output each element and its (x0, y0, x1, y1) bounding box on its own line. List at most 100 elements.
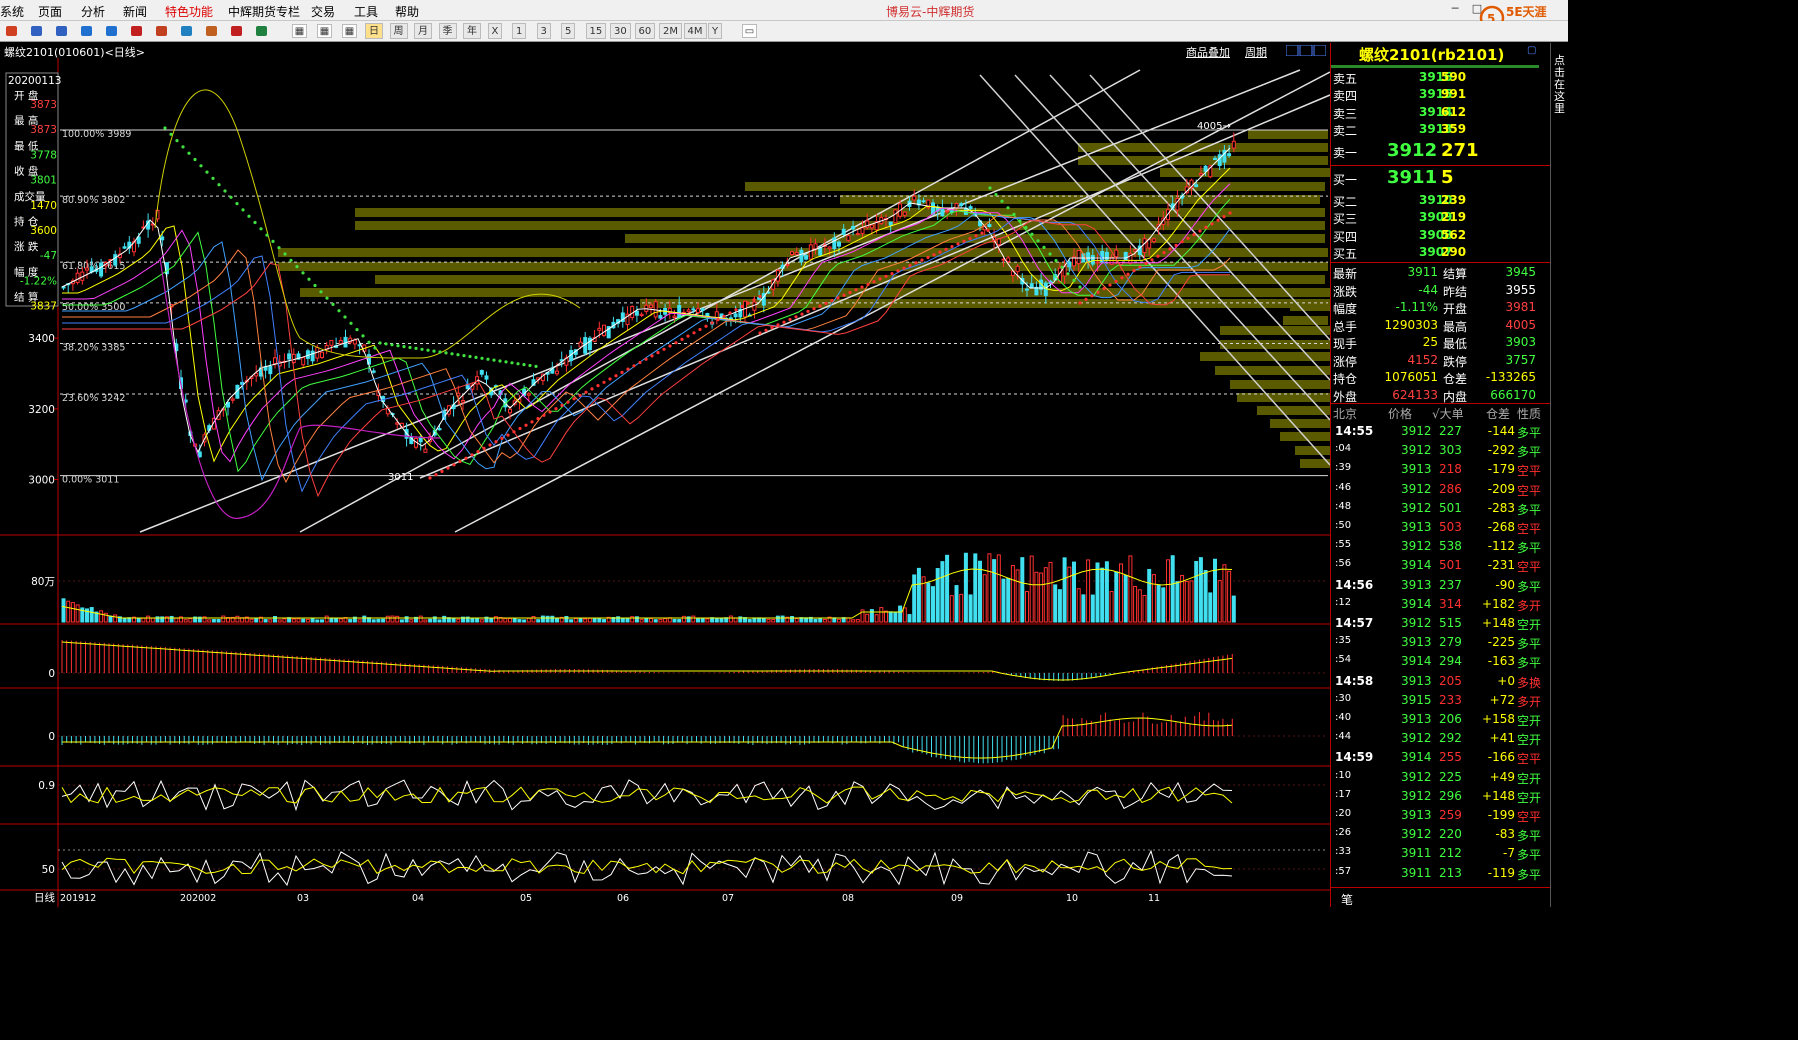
fib-level-label: 100.00% 3989 (62, 129, 131, 140)
volume-bar (146, 615, 151, 623)
sar-dot (710, 321, 714, 325)
tick-price: 3912 (1401, 424, 1432, 438)
volume-bar (136, 617, 141, 623)
menu-item[interactable]: 中辉期货专栏 (228, 3, 300, 20)
sar-dot (866, 282, 870, 286)
volume-bar (592, 617, 597, 623)
period-button-item[interactable]: 5 (561, 23, 576, 39)
tick-time: :56 (1335, 558, 1352, 570)
sar-dot (1060, 265, 1064, 269)
short-panel-axis-label: 0 (48, 731, 55, 743)
tick-nature: 空开 (1517, 714, 1542, 728)
period-button-item[interactable]: 60 (634, 23, 656, 39)
tick-time: :26 (1335, 827, 1352, 839)
period-button-item[interactable]: 年 (463, 23, 481, 39)
zoom-in-icon[interactable] (79, 24, 94, 38)
volume-profile-bar (1078, 143, 1328, 152)
forward-icon[interactable] (54, 24, 69, 38)
line-icon[interactable] (179, 24, 194, 38)
tick-time: 14:57 (1335, 616, 1374, 630)
pen-icon[interactable] (154, 24, 169, 38)
menu-item[interactable]: 页面 (38, 3, 62, 20)
menu-item[interactable]: 分析 (81, 3, 105, 20)
sar-dot (794, 315, 798, 319)
sar-dot (428, 476, 432, 480)
sar-dot (492, 358, 496, 362)
window-icon[interactable]: ▭ (742, 24, 757, 38)
volume-bar (1029, 555, 1034, 623)
brush-icon[interactable] (229, 24, 244, 38)
sar-dot (277, 246, 281, 250)
line-chart-icon[interactable]: ▦ (342, 24, 357, 38)
ask-level-label: 卖二 (1333, 124, 1358, 138)
volume-bar (583, 618, 588, 623)
tick-nature: 多平 (1517, 848, 1542, 863)
period-button-item[interactable]: 4M (683, 23, 707, 39)
volume-bar (1217, 580, 1222, 623)
sar-dot (1174, 243, 1178, 247)
period-button-item[interactable]: 30 (610, 23, 631, 39)
period-button-item[interactable]: 周 (389, 23, 408, 39)
sar-dot (283, 252, 287, 256)
volume-bar (169, 615, 174, 623)
volume-bar (1161, 587, 1166, 623)
period-button-item[interactable]: 日 (365, 23, 383, 39)
x-axis-tick-label: 05 (520, 893, 532, 904)
sar-dot (1054, 259, 1058, 263)
sar-dot (530, 420, 534, 424)
tick-nature: 空平 (1517, 752, 1542, 767)
tick-price: 3914 (1401, 750, 1432, 765)
period-button-item[interactable]: 1 (512, 23, 527, 39)
zoom-controls[interactable] (1285, 44, 1327, 57)
period-button-item[interactable]: 3 (536, 23, 551, 39)
bid-level-label: 买四 (1333, 230, 1358, 244)
menu-item[interactable]: 工具 (354, 3, 378, 20)
menu-item[interactable]: 新闻 (123, 3, 147, 20)
tick-volume: 515 (1439, 616, 1462, 630)
fill-icon[interactable] (204, 24, 219, 38)
back-icon[interactable] (29, 24, 44, 38)
minimize-icon[interactable]: ─ (1444, 2, 1466, 18)
menu-item[interactable]: 帮助 (395, 3, 419, 20)
sar-dot (994, 193, 998, 197)
period-button-item[interactable]: 月 (414, 23, 432, 39)
menu-item[interactable]: 交易 (311, 3, 335, 20)
sar-dot (506, 433, 510, 437)
settings-icon[interactable] (254, 24, 269, 38)
zoom-out-icon[interactable] (104, 24, 119, 38)
panel-toggle-icon[interactable]: ▢ (1527, 45, 1536, 56)
chart-area[interactable]: KMA5:3791MA13:3766MA21:3745MA34:3705MA55… (0, 58, 1330, 907)
menu-item[interactable]: 特色功能 (165, 3, 213, 20)
volume-bar (1114, 571, 1119, 623)
sar-dot (1072, 278, 1076, 282)
volume-bar (517, 619, 522, 623)
home-icon[interactable] (4, 24, 19, 38)
sar-dot (476, 450, 480, 454)
period-button-item[interactable]: X (487, 23, 503, 39)
period-button-item[interactable]: 季 (438, 23, 457, 39)
volume-bar (141, 617, 146, 623)
period-button-item[interactable]: Y (708, 23, 723, 39)
draw-icon[interactable] (129, 24, 144, 38)
volume-bar (625, 617, 630, 623)
volume-bar (1072, 561, 1076, 623)
side-tab[interactable]: 点击在这里 (1550, 43, 1568, 907)
menu-item[interactable]: 系统 (0, 3, 24, 20)
volume-bar (536, 619, 541, 623)
candle-body (949, 210, 954, 213)
chart-icon[interactable]: ▦ (317, 24, 332, 38)
table-icon[interactable]: ▦ (292, 24, 307, 38)
tick-price: 3912 (1401, 539, 1432, 554)
sar-dot (584, 390, 588, 394)
candle-body (959, 203, 964, 207)
period-button-item[interactable]: 15 (585, 23, 607, 39)
sar-dot (524, 423, 528, 427)
period-button-item[interactable]: 2M (659, 23, 682, 39)
candle-body (893, 209, 898, 224)
sar-dot (271, 239, 275, 243)
sar-dot (1096, 290, 1100, 294)
x-axis-tick-label: 06 (617, 893, 629, 904)
volume-bar (479, 619, 484, 623)
volume-bar (371, 619, 376, 623)
volume-bar (296, 618, 301, 623)
